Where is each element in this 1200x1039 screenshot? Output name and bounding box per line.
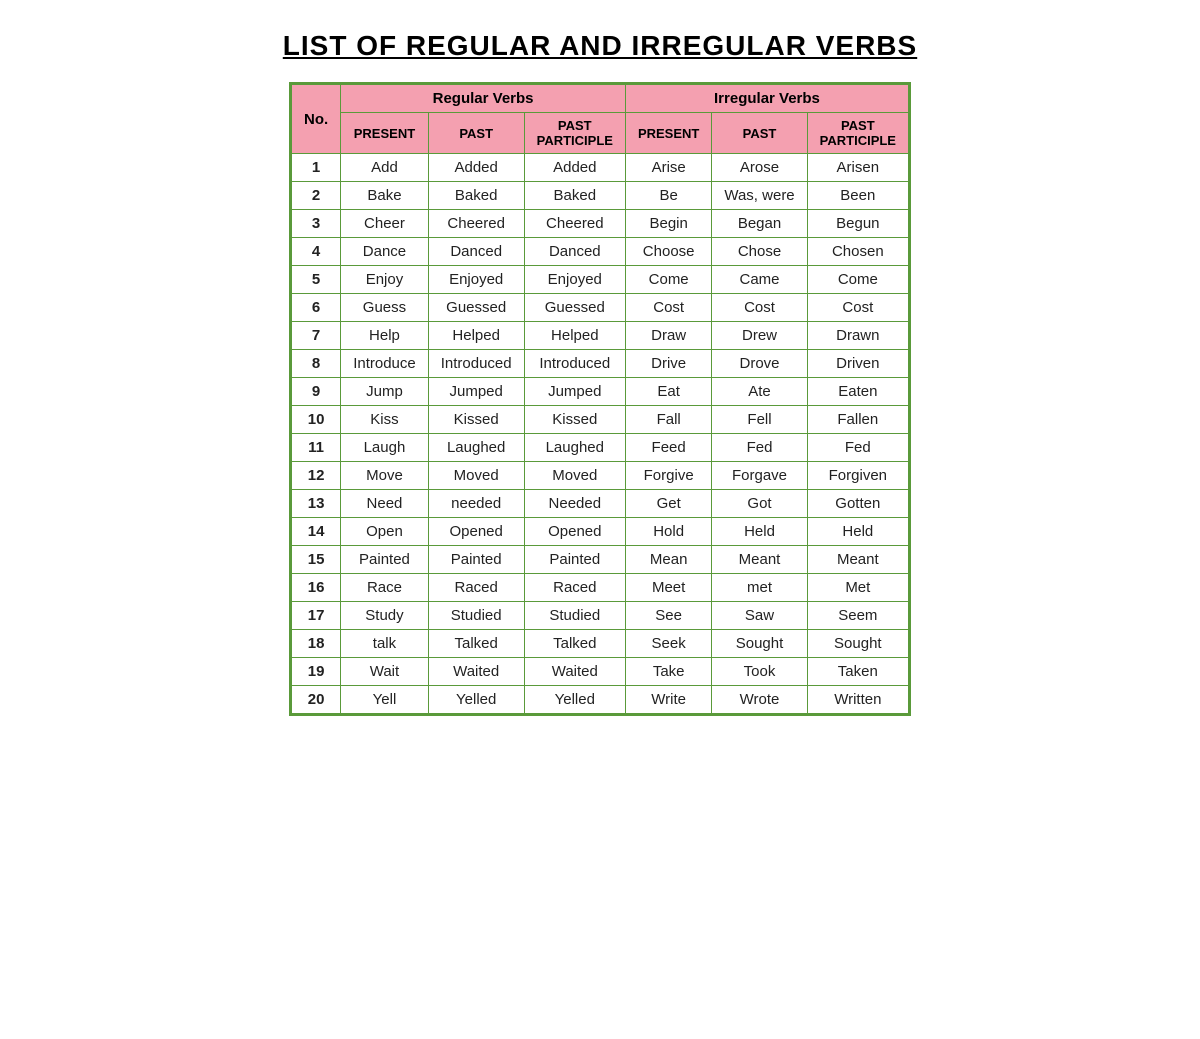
table-row: 20YellYelledYelledWriteWroteWritten — [292, 686, 909, 714]
table-row: 8IntroduceIntroducedIntroducedDriveDrove… — [292, 350, 909, 378]
r-pp-header: PASTPARTICIPLE — [524, 113, 625, 154]
table-row: 12MoveMovedMovedForgiveForgaveForgiven — [292, 462, 909, 490]
i-past-header: PAST — [712, 113, 807, 154]
table-row: 5EnjoyEnjoyedEnjoyedComeCameCome — [292, 266, 909, 294]
table-row: 19WaitWaitedWaitedTakeTookTaken — [292, 658, 909, 686]
table-wrapper: No. Regular Verbs Irregular Verbs PRESEN… — [289, 82, 911, 716]
table-row: 15PaintedPaintedPaintedMeanMeantMeant — [292, 546, 909, 574]
table-row: 14OpenOpenedOpenedHoldHeldHeld — [292, 518, 909, 546]
i-pp-header: PASTPARTICIPLE — [807, 113, 908, 154]
regular-verbs-header: Regular Verbs — [341, 85, 626, 113]
i-present-header: PRESENT — [625, 113, 711, 154]
table-row: 11LaughLaughedLaughedFeedFedFed — [292, 434, 909, 462]
table-row: 3CheerCheeredCheeredBeginBeganBegun — [292, 210, 909, 238]
table-row: 4DanceDancedDancedChooseChoseChosen — [292, 238, 909, 266]
table-row: 18talkTalkedTalkedSeekSoughtSought — [292, 630, 909, 658]
table-row: 16RaceRacedRacedMeetmetMet — [292, 574, 909, 602]
no-header: No. — [292, 85, 341, 154]
table-row: 1AddAddedAddedAriseAroseArisen — [292, 154, 909, 182]
table-row: 9JumpJumpedJumpedEatAteEaten — [292, 378, 909, 406]
table-row: 2BakeBakedBakedBeWas, wereBeen — [292, 182, 909, 210]
r-present-header: PRESENT — [341, 113, 429, 154]
table-row: 7HelpHelpedHelpedDrawDrewDrawn — [292, 322, 909, 350]
irregular-verbs-header: Irregular Verbs — [625, 85, 908, 113]
table-row: 13NeedneededNeededGetGotGotten — [292, 490, 909, 518]
table-row: 6GuessGuessedGuessedCostCostCost — [292, 294, 909, 322]
table-row: 17StudyStudiedStudiedSeeSawSeem — [292, 602, 909, 630]
r-past-header: PAST — [428, 113, 524, 154]
page-title: LIST OF REGULAR AND IRREGULAR VERBS — [283, 30, 917, 62]
table-row: 10KissKissedKissedFallFellFallen — [292, 406, 909, 434]
verbs-table: No. Regular Verbs Irregular Verbs PRESEN… — [291, 84, 909, 714]
